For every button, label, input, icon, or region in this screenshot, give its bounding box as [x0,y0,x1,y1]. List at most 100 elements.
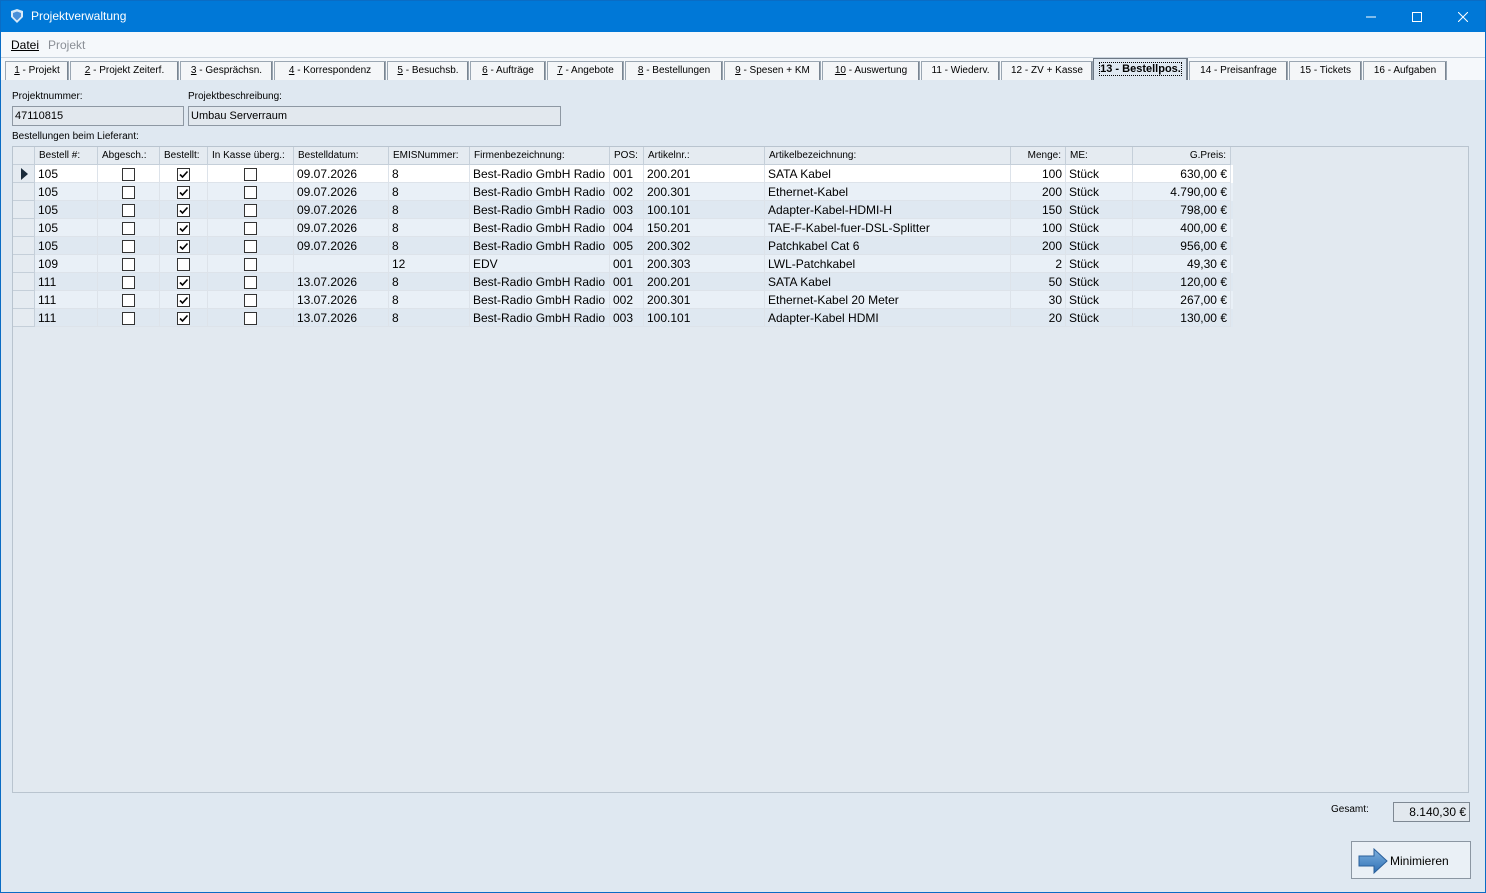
projektnummer-field[interactable]: 47110815 [12,106,184,126]
cell-firma[interactable]: Best-Radio GmbH Radio [470,165,610,183]
tab-spesen-km[interactable]: 9 - Spesen + KM [724,61,821,80]
checkbox-kasse[interactable] [244,276,257,289]
menu-datei[interactable]: Datei [11,38,39,52]
cell-me[interactable]: Stück [1066,309,1133,327]
cell-bestell[interactable]: 109 [35,255,98,273]
checkbox-bestellt[interactable] [177,312,190,325]
checkbox-kasse[interactable] [244,312,257,325]
checkbox-abgesch[interactable] [122,240,135,253]
cell-datum[interactable]: 09.07.2026 [294,201,389,219]
col-header-me[interactable]: ME: [1066,147,1133,165]
cell-pos[interactable]: 003 [610,309,644,327]
cell-preis[interactable]: 4.790,00 € [1133,183,1231,201]
cell-pos[interactable]: 005 [610,237,644,255]
table-row[interactable]: 105 09.07.2026 8 Best-Radio GmbH Radio 001 20… [35,165,1233,183]
tab-aufgaben[interactable]: 16 - Aufgaben [1363,61,1447,80]
tab-tickets[interactable]: 15 - Tickets [1289,61,1362,80]
cell-bestell[interactable]: 105 [35,201,98,219]
cell-preis[interactable]: 130,00 € [1133,309,1231,327]
cell-firma[interactable]: Best-Radio GmbH Radio [470,291,610,309]
col-header-bestelldatum[interactable]: Bestelldatum: [294,147,389,165]
checkbox-abgesch[interactable] [122,186,135,199]
cell-firma[interactable]: Best-Radio GmbH Radio [470,273,610,291]
cell-me[interactable]: Stück [1066,237,1133,255]
checkbox-kasse[interactable] [244,222,257,235]
table-row[interactable]: 105 09.07.2026 8 Best-Radio GmbH Radio 004 15… [35,219,1233,237]
col-header-bezeichnung[interactable]: Artikelbezeichnung: [765,147,1011,165]
checkbox-kasse[interactable] [244,294,257,307]
checkbox-kasse[interactable] [244,168,257,181]
cell-emis[interactable]: 8 [389,219,470,237]
cell-me[interactable]: Stück [1066,273,1133,291]
checkbox-bestellt[interactable] [177,204,190,217]
cell-menge[interactable]: 150 [1011,201,1066,219]
col-header-emis[interactable]: EMISNummer: [389,147,470,165]
cell-datum[interactable]: 09.07.2026 [294,219,389,237]
cell-artikelnr[interactable]: 200.201 [644,273,765,291]
checkbox-bestellt[interactable] [177,168,190,181]
cell-firma[interactable]: EDV [470,255,610,273]
cell-menge[interactable]: 30 [1011,291,1066,309]
checkbox-bestellt[interactable] [177,294,190,307]
cell-datum[interactable] [294,255,389,273]
table-row[interactable]: 105 09.07.2026 8 Best-Radio GmbH Radio 002 20… [35,183,1233,201]
row-selector[interactable] [13,237,35,255]
projektbeschreibung-field[interactable]: Umbau Serverraum [188,106,561,126]
tab-projekt[interactable]: 1 - Projekt [5,61,69,80]
cell-bestell[interactable]: 111 [35,291,98,309]
cell-me[interactable]: Stück [1066,219,1133,237]
window-close-icon[interactable] [1440,1,1486,32]
cell-bestell[interactable]: 105 [35,183,98,201]
row-selector[interactable] [13,309,35,327]
cell-firma[interactable]: Best-Radio GmbH Radio [470,237,610,255]
cell-me[interactable]: Stück [1066,183,1133,201]
table-row[interactable]: 109 12 EDV 001 200.303 LWL-Patchkabel 2 Stück 49… [35,255,1233,273]
cell-firma[interactable]: Best-Radio GmbH Radio [470,309,610,327]
cell-artikelnr[interactable]: 200.301 [644,183,765,201]
row-selector[interactable] [13,255,35,273]
tab-projekt-zeiterf[interactable]: 2 - Projekt Zeiterf. [70,61,179,80]
cell-emis[interactable]: 12 [389,255,470,273]
cell-firma[interactable]: Best-Radio GmbH Radio [470,201,610,219]
cell-bestell[interactable]: 111 [35,273,98,291]
cell-bestell[interactable]: 105 [35,237,98,255]
cell-firma[interactable]: Best-Radio GmbH Radio [470,219,610,237]
checkbox-abgesch[interactable] [122,222,135,235]
cell-bestell[interactable]: 105 [35,165,98,183]
col-header-firma[interactable]: Firmenbezeichnung: [470,147,610,165]
row-selector[interactable] [13,291,35,309]
cell-bestell[interactable]: 111 [35,309,98,327]
cell-bezeichnung[interactable]: Adapter-Kabel-HDMI-H [765,201,1011,219]
cell-datum[interactable]: 13.07.2026 [294,273,389,291]
checkbox-abgesch[interactable] [122,294,135,307]
cell-pos[interactable]: 001 [610,273,644,291]
cell-menge[interactable]: 100 [1011,219,1066,237]
cell-pos[interactable]: 001 [610,255,644,273]
table-row[interactable]: 111 13.07.2026 8 Best-Radio GmbH Radio 003 10… [35,309,1233,327]
cell-artikelnr[interactable]: 200.301 [644,291,765,309]
cell-pos[interactable]: 004 [610,219,644,237]
table-row[interactable]: 105 09.07.2026 8 Best-Radio GmbH Radio 005 20… [35,237,1233,255]
tab-bestellpos[interactable]: 13 - Bestellpos. [1093,58,1188,80]
row-selector[interactable] [13,273,35,291]
cell-bestell[interactable]: 105 [35,219,98,237]
cell-bezeichnung[interactable]: Ethernet-Kabel [765,183,1011,201]
cell-menge[interactable]: 20 [1011,309,1066,327]
row-selector[interactable] [13,165,35,183]
cell-bezeichnung[interactable]: SATA Kabel [765,165,1011,183]
col-header-menge[interactable]: Menge: [1011,147,1066,165]
cell-preis[interactable]: 267,00 € [1133,291,1231,309]
cell-firma[interactable]: Best-Radio GmbH Radio [470,183,610,201]
checkbox-bestellt[interactable] [177,222,190,235]
checkbox-abgesch[interactable] [122,312,135,325]
checkbox-abgesch[interactable] [122,276,135,289]
cell-pos[interactable]: 002 [610,291,644,309]
cell-menge[interactable]: 100 [1011,165,1066,183]
checkbox-kasse[interactable] [244,186,257,199]
checkbox-abgesch[interactable] [122,258,135,271]
cell-preis[interactable]: 400,00 € [1133,219,1231,237]
checkbox-abgesch[interactable] [122,168,135,181]
checkbox-bestellt[interactable] [177,240,190,253]
col-header-pos[interactable]: POS: [610,147,644,165]
row-selector[interactable] [13,201,35,219]
